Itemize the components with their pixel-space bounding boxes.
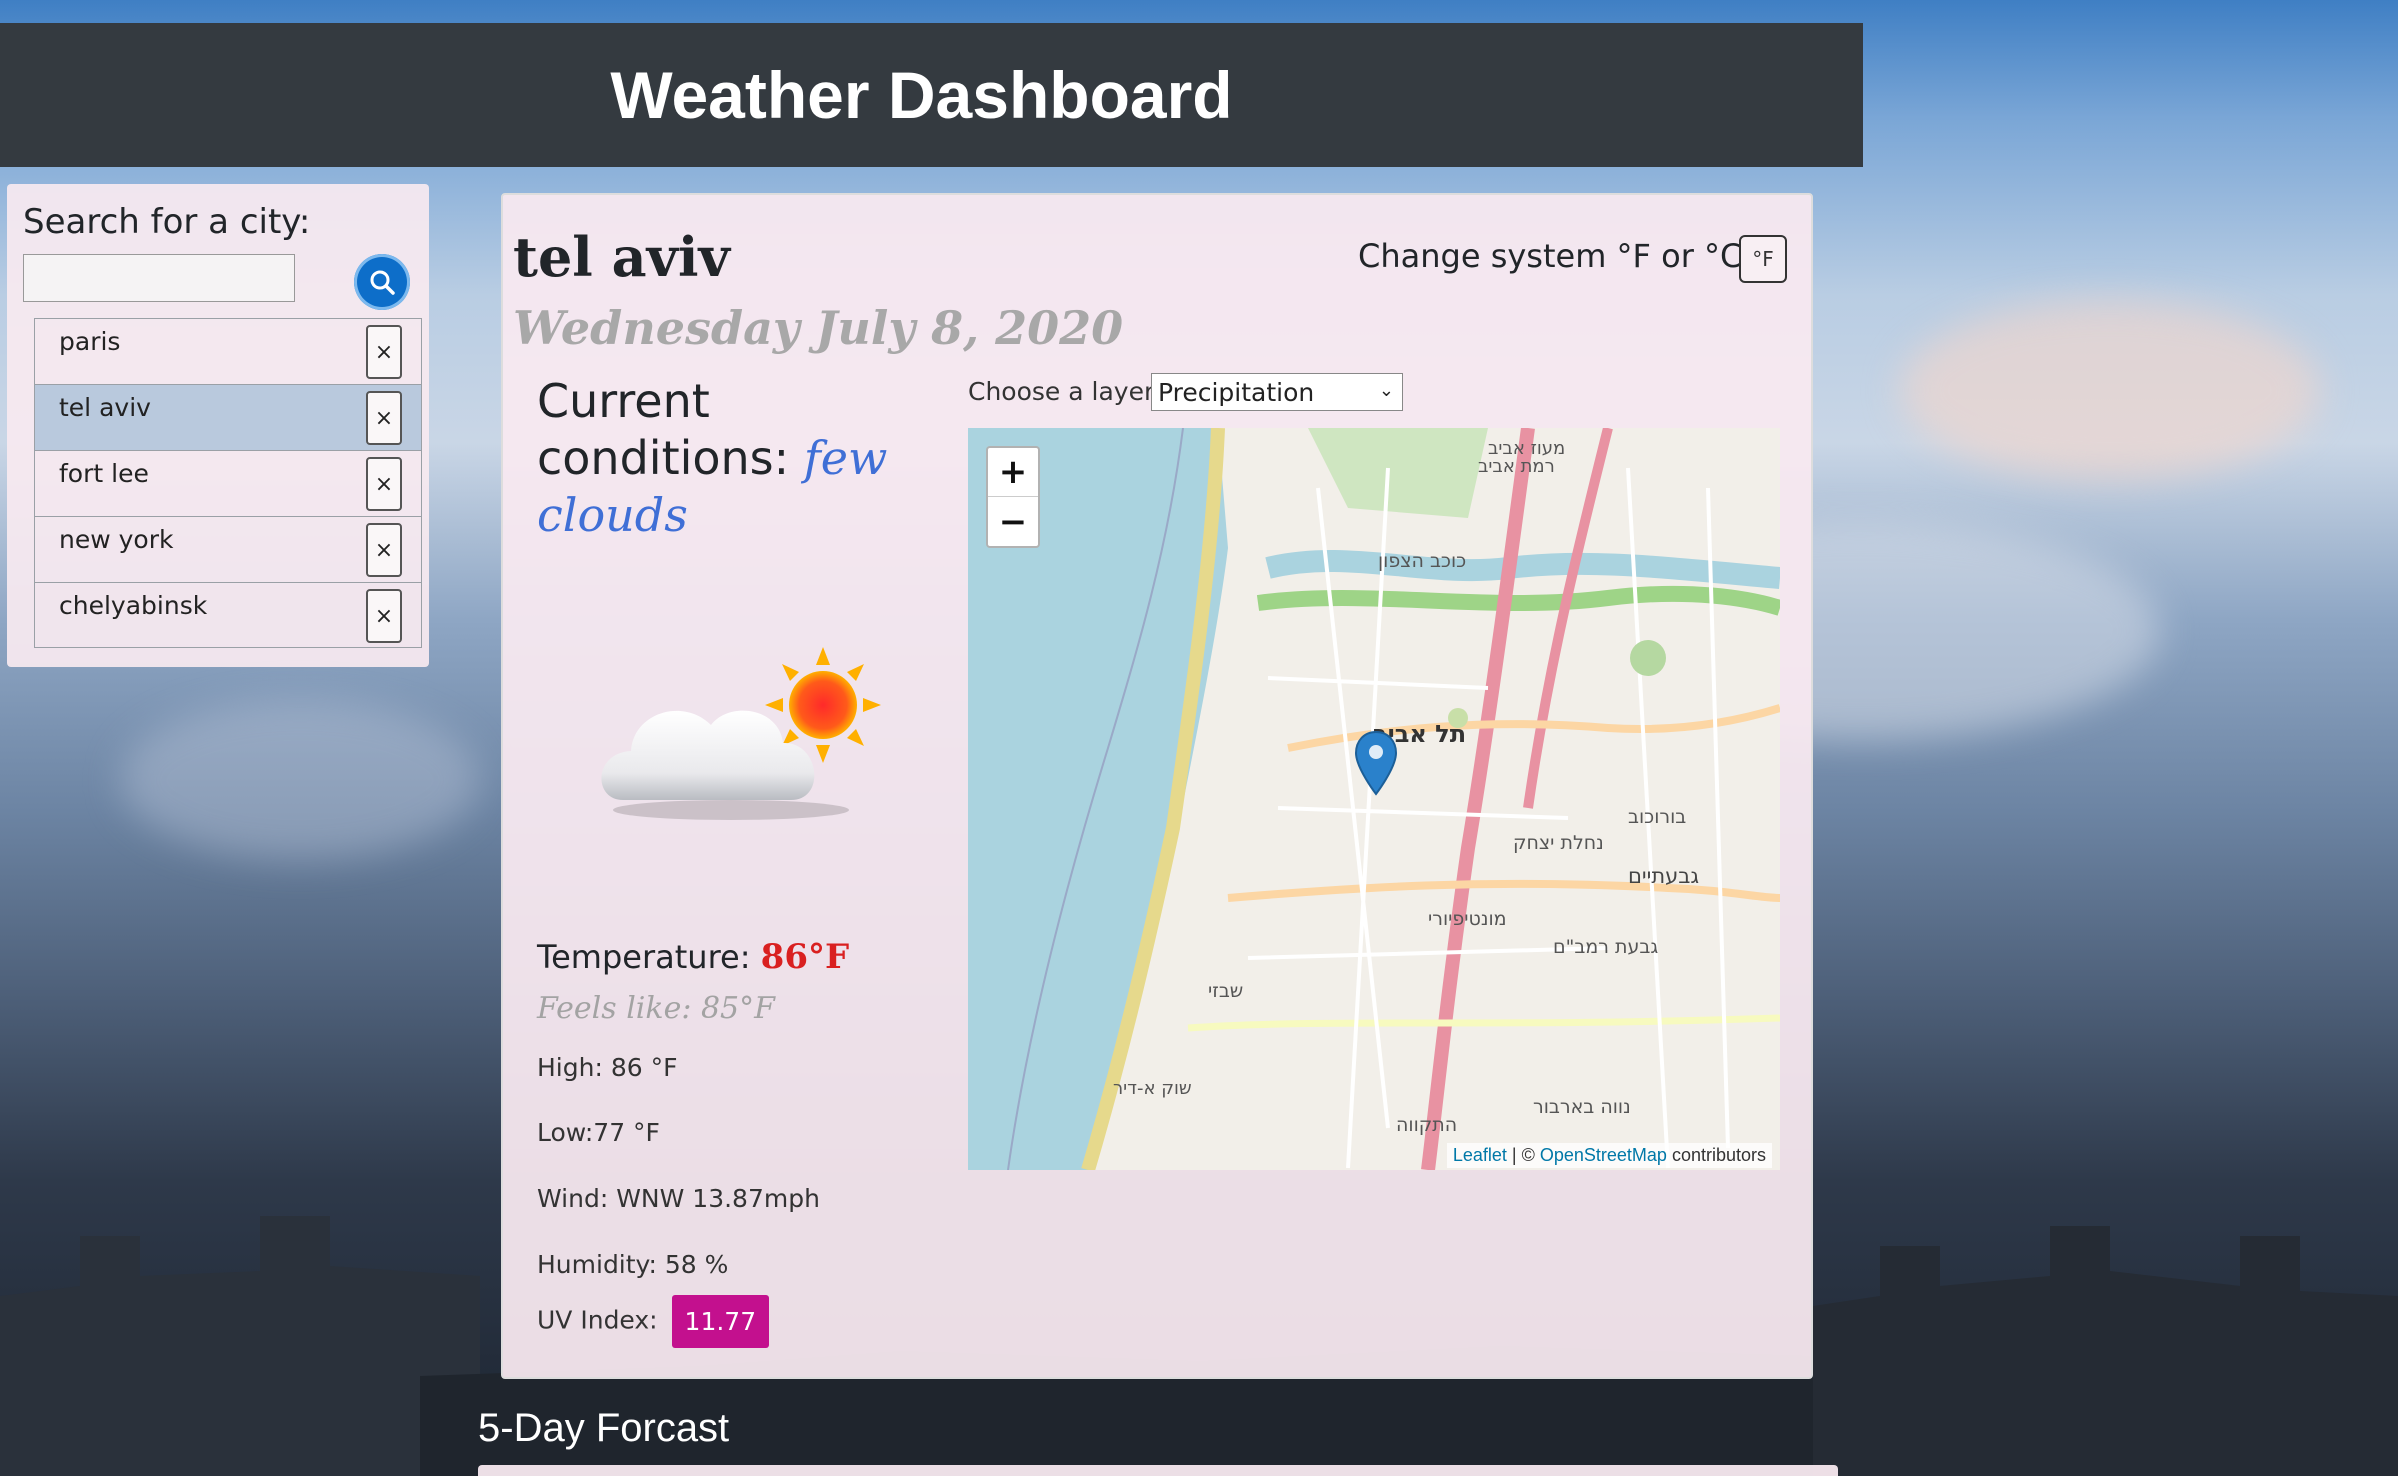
city-label: new york <box>59 525 174 554</box>
remove-city-button[interactable]: × <box>366 325 402 379</box>
city-item-fort-lee[interactable]: fort lee × <box>34 450 422 516</box>
layer-label: Choose a layer: <box>968 377 1163 406</box>
saved-city-list: paris × tel aviv × fort lee × new york ×… <box>34 318 422 648</box>
wind: Wind: WNW 13.87mph <box>537 1184 820 1213</box>
city-label: paris <box>59 327 121 356</box>
city-item-tel-aviv[interactable]: tel aviv × <box>34 384 422 450</box>
map-attribution: Leaflet | © OpenStreetMap contributors <box>1446 1143 1772 1168</box>
zoom-in-button[interactable]: + <box>988 448 1038 497</box>
remove-city-button[interactable]: × <box>366 523 402 577</box>
map-label: התקווה <box>1396 1114 1458 1136</box>
weather-map[interactable]: מעוז אביב רמת אביב כוכב הצפון תל אביב נח… <box>968 428 1780 1170</box>
osm-link[interactable]: OpenStreetMap <box>1540 1145 1667 1165</box>
city-item-paris[interactable]: paris × <box>34 318 422 384</box>
map-label: שוק א-דיר <box>1113 1078 1192 1099</box>
layer-select[interactable]: Precipitation ⌄ <box>1151 373 1403 411</box>
city-label: tel aviv <box>59 393 151 422</box>
conditions-label: Current conditions: <box>537 374 790 485</box>
search-button[interactable] <box>354 254 410 310</box>
city-search-input[interactable] <box>23 254 295 302</box>
temperature-label: Temperature: <box>537 938 751 976</box>
map-marker-icon[interactable] <box>1353 730 1399 796</box>
map-label: נווה בארבור <box>1533 1096 1631 1118</box>
leaflet-link[interactable]: Leaflet <box>1453 1145 1507 1165</box>
humidity: Humidity: 58 % <box>537 1250 729 1279</box>
search-icon <box>370 270 395 295</box>
map-label: כוכב הצפון <box>1378 550 1467 572</box>
search-panel: Search for a city: paris × tel aviv × fo… <box>7 184 429 667</box>
app-header: Weather Dashboard <box>0 23 1863 167</box>
map-tiles <box>1007 428 1780 1170</box>
map-label: מונטיפיורי <box>1428 908 1507 930</box>
high-temp: High: 86 °F <box>537 1053 678 1082</box>
attribution-tail: contributors <box>1666 1145 1766 1165</box>
search-title: Search for a city: <box>23 202 311 242</box>
city-item-new-york[interactable]: new york × <box>34 516 422 582</box>
attribution-separator: | © <box>1506 1145 1540 1165</box>
uv-label: UV Index: <box>537 1305 658 1335</box>
unit-toggle-label: Change system °F or °C : <box>1358 237 1764 275</box>
uv-badge: 11.77 <box>671 1295 770 1348</box>
remove-city-button[interactable]: × <box>366 391 402 445</box>
current-weather-card: tel aviv Wednesday July 8, 2020 Change s… <box>501 193 1813 1379</box>
chevron-down-icon: ⌄ <box>1378 380 1394 401</box>
app-title: Weather Dashboard <box>610 58 1233 132</box>
temperature-value: 86°F <box>760 937 850 977</box>
remove-city-button[interactable]: × <box>366 589 402 643</box>
city-item-chelyabinsk[interactable]: chelyabinsk × <box>34 582 422 648</box>
map-label: נחלת יצחק <box>1513 832 1604 854</box>
map-label: גבעתיים <box>1628 864 1700 888</box>
temperature-row: Temperature: 86°F <box>537 937 849 977</box>
forecast-title: 5-Day Forcast <box>478 1406 730 1450</box>
current-date: Wednesday July 8, 2020 <box>513 301 1124 355</box>
low-temp: Low:77 °F <box>537 1118 660 1147</box>
background-cloud <box>1900 300 2320 480</box>
current-conditions: Current conditions: few clouds <box>537 373 927 544</box>
forecast-container <box>478 1465 1838 1476</box>
map-zoom-control: + − <box>986 446 1040 548</box>
background-cloud <box>120 700 480 860</box>
map-label: רמת אביב <box>1478 456 1555 477</box>
unit-toggle-button[interactable]: °F <box>1739 235 1787 283</box>
map-label: גבעת רמב"ם <box>1553 936 1659 958</box>
city-name: tel aviv <box>513 225 730 289</box>
map-label: בורוכוב <box>1628 806 1687 828</box>
city-label: fort lee <box>59 459 149 488</box>
map-label: שבזי <box>1208 980 1244 1002</box>
city-label: chelyabinsk <box>59 591 208 620</box>
zoom-out-button[interactable]: − <box>988 497 1038 546</box>
few-clouds-day-icon <box>601 647 881 820</box>
uv-index-row: UV Index: 11.77 <box>537 1295 770 1348</box>
feels-like: Feels like: 85°F <box>537 991 775 1026</box>
remove-city-button[interactable]: × <box>366 457 402 511</box>
layer-selected-value: Precipitation <box>1158 377 1315 407</box>
